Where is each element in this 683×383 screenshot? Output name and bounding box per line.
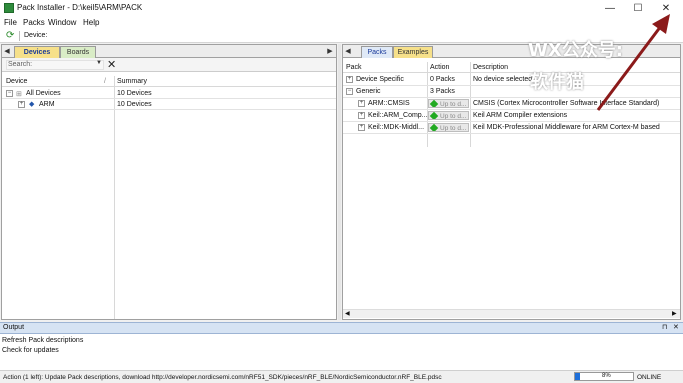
- sort-icon: /: [104, 78, 106, 85]
- output-header: Output ⊓ ✕: [0, 322, 683, 334]
- column-description[interactable]: Description: [473, 62, 508, 73]
- device-name: ARM: [39, 101, 55, 108]
- menu-help[interactable]: Help: [83, 18, 99, 27]
- menu-window[interactable]: Window: [48, 18, 76, 27]
- horizontal-scrollbar[interactable]: ◀ ▶: [343, 309, 680, 318]
- scroll-left-icon[interactable]: ◀: [345, 310, 350, 317]
- pack-description: Keil MDK-Professional Middleware for ARM…: [473, 124, 660, 131]
- pack-name: Device Specific: [356, 76, 404, 83]
- column-summary[interactable]: Summary: [117, 76, 147, 87]
- action-label: Up to d...: [440, 113, 467, 120]
- search-input[interactable]: [6, 60, 104, 70]
- search-dropdown-icon[interactable]: ▼: [96, 60, 102, 66]
- devices-panel: ◀ Devices Boards ▶ Search: ▼ ✕ Device / …: [1, 44, 337, 320]
- column-divider: [114, 76, 115, 319]
- scroll-right-icon[interactable]: ▶: [672, 310, 677, 317]
- expand-icon[interactable]: +: [18, 101, 25, 108]
- tab-left-arrow-icon[interactable]: ◀: [3, 47, 11, 56]
- title-bar: Pack Installer - D:\keil5\ARM\PACK — ☐ ✕: [0, 0, 683, 17]
- devices-tabstrip: ◀ Devices Boards ▶: [2, 45, 336, 58]
- tab-right-arrow-icon[interactable]: ▶: [326, 47, 334, 56]
- annotation-arrow: [596, 14, 670, 111]
- row-divider: [343, 133, 680, 134]
- up-to-date-button[interactable]: Up to d...: [428, 111, 469, 120]
- pack-description: No device selected: [473, 76, 533, 83]
- expand-icon[interactable]: +: [358, 100, 365, 107]
- column-pack[interactable]: Pack: [346, 62, 362, 73]
- status-message: Action (1 left): Update Pack description…: [3, 374, 442, 381]
- column-device[interactable]: Device: [6, 76, 27, 87]
- pack-name: Generic: [356, 88, 381, 95]
- toolbar-separator: [19, 31, 20, 41]
- expand-icon[interactable]: +: [358, 124, 365, 131]
- output-body: Refresh Pack descriptions Check for upda…: [0, 334, 683, 370]
- pack-name: Keil::ARM_Comp...: [368, 112, 428, 119]
- pack-name: Keil::MDK-Middl...: [368, 124, 425, 131]
- device-label: Device:: [24, 32, 48, 39]
- connection-status: ONLINE: [637, 374, 662, 381]
- pack-action: 0 Packs: [430, 76, 455, 83]
- table-row[interactable]: − ⊞ All Devices 10 Devices: [2, 88, 336, 99]
- chip-icon: ◆: [29, 101, 35, 108]
- clear-search-icon[interactable]: ✕: [107, 58, 116, 71]
- expand-icon[interactable]: +: [346, 76, 353, 83]
- search-bar: Search: ▼ ✕: [2, 58, 336, 72]
- installed-gem-icon: [429, 100, 439, 107]
- output-line: Check for updates: [2, 347, 59, 354]
- progress-bar: 8%: [574, 372, 634, 381]
- window-title: Pack Installer - D:\keil5\ARM\PACK: [17, 3, 143, 12]
- close-output-icon[interactable]: ✕: [673, 323, 679, 331]
- tab-examples[interactable]: Examples: [393, 46, 433, 58]
- table-row[interactable]: + ◆ ARM 10 Devices: [2, 99, 336, 110]
- output-line: Refresh Pack descriptions: [2, 337, 84, 344]
- tab-boards[interactable]: Boards: [60, 46, 96, 58]
- tab-devices[interactable]: Devices: [14, 46, 60, 58]
- devices-table-header: Device / Summary: [2, 76, 336, 87]
- device-summary: 10 Devices: [117, 101, 152, 108]
- installed-gem-icon: [429, 112, 439, 119]
- panel-splitter[interactable]: [338, 44, 341, 320]
- up-to-date-button[interactable]: Up to d...: [428, 123, 469, 132]
- collapse-icon[interactable]: −: [346, 88, 353, 95]
- app-icon: [4, 3, 14, 13]
- progress-fill: [575, 373, 580, 380]
- pack-action: 3 Packs: [430, 88, 455, 95]
- watermark-line2: 软件猫: [530, 72, 584, 93]
- table-row[interactable]: + Keil::MDK-Middl... Up to d... Keil MDK…: [343, 122, 680, 133]
- up-to-date-button[interactable]: Up to d...: [428, 99, 469, 108]
- menu-file[interactable]: File: [4, 18, 17, 27]
- menu-packs[interactable]: Packs: [23, 18, 45, 27]
- menu-bar: File Packs Window Help: [0, 17, 683, 29]
- tab-packs[interactable]: Packs: [361, 46, 393, 58]
- action-label: Up to d...: [440, 125, 467, 132]
- refresh-icon[interactable]: ⟳: [6, 31, 16, 41]
- action-label: Up to d...: [440, 101, 467, 108]
- tab-left-arrow-icon[interactable]: ◀: [344, 47, 352, 56]
- installed-gem-icon: [429, 124, 439, 131]
- column-action[interactable]: Action: [430, 62, 449, 73]
- pin-icon[interactable]: ⊓: [662, 323, 667, 331]
- collapse-icon[interactable]: −: [6, 90, 13, 97]
- pack-name: ARM::CMSIS: [368, 100, 410, 107]
- pack-description: Keil ARM Compiler extensions: [473, 112, 568, 119]
- expand-icon[interactable]: +: [358, 112, 365, 119]
- device-name: All Devices: [26, 90, 61, 97]
- output-title: Output: [3, 324, 25, 331]
- progress-text: 8%: [602, 373, 611, 379]
- device-summary: 10 Devices: [117, 90, 152, 97]
